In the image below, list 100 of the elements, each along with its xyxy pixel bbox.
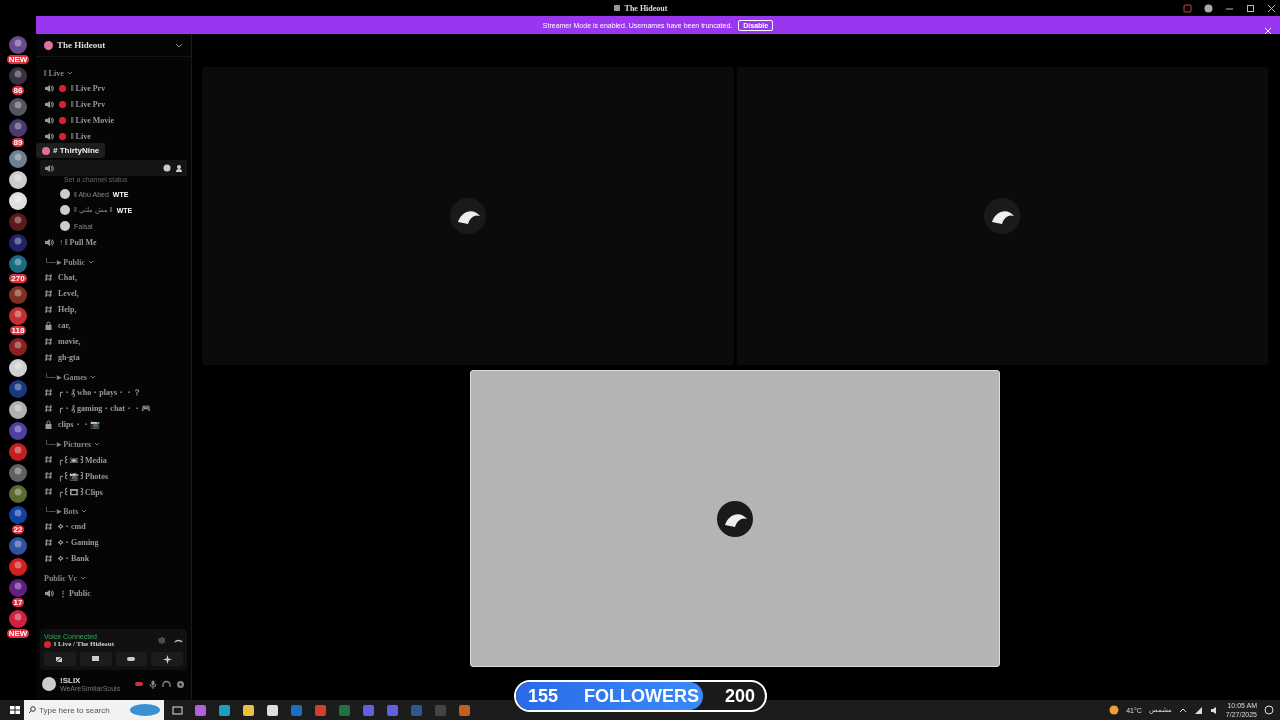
server-icon[interactable] (9, 359, 27, 377)
live-dot (44, 640, 51, 648)
hash-icon (44, 336, 53, 346)
server-icon[interactable] (9, 192, 27, 210)
category-label[interactable]: └─►Bots (44, 506, 79, 516)
screen-share-button[interactable] (79, 652, 112, 666)
channel-name[interactable]: ǁ Live Movie (71, 115, 115, 125)
avatar-icon (982, 196, 1023, 236)
channel-name[interactable]: ╭꒰📼꒱Media (58, 453, 107, 465)
video-tile[interactable] (202, 67, 734, 365)
speaker-icon (44, 115, 54, 125)
category-label[interactable]: ǁ Live (44, 68, 64, 78)
video-tile[interactable] (736, 67, 1268, 365)
channel-name[interactable]: ǁ Live Prv (71, 99, 106, 109)
channel-name[interactable]: ⟡・Bank (58, 552, 90, 564)
category-label[interactable]: └─►Pictures (44, 439, 92, 449)
add-user-icon[interactable] (175, 164, 183, 172)
server-icon[interactable] (9, 150, 27, 168)
lock-icon (44, 419, 53, 429)
speaker-icon (44, 131, 54, 141)
unread-badge: 22 (11, 525, 25, 534)
notification-icon[interactable] (1264, 705, 1274, 715)
hash-icon (44, 521, 53, 531)
chevron-icon[interactable] (1178, 706, 1187, 714)
chevron-icon (79, 575, 86, 581)
network-icon[interactable] (1193, 705, 1203, 715)
help-icon[interactable] (1204, 3, 1213, 13)
server-icon[interactable] (9, 36, 27, 54)
inbox-icon[interactable] (1183, 3, 1192, 13)
speaker-icon (44, 237, 54, 247)
channel-name[interactable]: ╭・₰ gaming・chat・・🎮 (58, 402, 151, 414)
server-icon (42, 146, 50, 155)
channel-name[interactable]: ǁ Live (71, 131, 91, 141)
username: !SLIX (60, 676, 82, 685)
activity-button[interactable] (115, 652, 148, 666)
chevron-icon (66, 70, 73, 76)
channel-name[interactable]: ↑ ǁ Pull Me (59, 237, 97, 247)
unread-badge: 118 (9, 326, 27, 335)
channel-name[interactable]: ⟡・cmd (58, 520, 86, 532)
speaker-icon (44, 588, 54, 598)
server-icon[interactable] (9, 610, 27, 628)
chevron-icon (94, 441, 101, 447)
channel-name[interactable]: ╭・₰ who・plays・・？ (58, 386, 141, 398)
server-icon[interactable] (9, 485, 27, 503)
chevron-icon (89, 374, 96, 380)
chat-icon[interactable] (163, 164, 171, 172)
server-icon[interactable] (9, 401, 27, 419)
headphones-icon[interactable] (162, 679, 171, 689)
unread-badge: 86 (11, 86, 25, 95)
channel-name[interactable]: Help, (58, 304, 77, 314)
channel-name[interactable]: ⋮ Public (59, 588, 91, 598)
server-icon[interactable] (9, 171, 27, 189)
server-icon[interactable] (9, 443, 27, 461)
user-avatar[interactable] (42, 677, 56, 691)
chevron-icon (81, 508, 88, 514)
maximize-icon[interactable] (1246, 3, 1255, 13)
windows-icon[interactable] (10, 704, 20, 715)
server-icon[interactable] (9, 537, 27, 555)
weather-icon[interactable] (1109, 705, 1120, 715)
server-name[interactable]: The Hideout (57, 40, 171, 50)
server-icon[interactable] (9, 307, 27, 325)
close-icon[interactable] (1267, 3, 1276, 13)
category-label[interactable]: └─►Games (44, 372, 87, 382)
soundboard-button[interactable] (151, 652, 183, 666)
channel-name[interactable]: ⟡・Gaming (58, 536, 99, 548)
unread-badge: 17 (11, 598, 25, 607)
channel-name[interactable]: ǁ Live Prv (71, 83, 106, 93)
category-label[interactable]: Public Vc (44, 573, 77, 583)
category-label[interactable]: └─►Public (44, 257, 86, 267)
video-tile[interactable] (470, 370, 1000, 667)
lock-icon (44, 320, 53, 330)
task-view-icon[interactable] (172, 704, 183, 716)
channel-name[interactable]: ╭꒰📸꒱Photos (58, 469, 109, 481)
window-title: The Hideout (624, 3, 668, 13)
server-icon (612, 4, 621, 12)
server-icon[interactable] (9, 98, 27, 116)
server-icon[interactable] (9, 558, 27, 576)
hash-icon (44, 352, 53, 362)
camera-button[interactable] (44, 652, 76, 666)
chevron-icon[interactable] (175, 41, 183, 49)
channel-name[interactable]: Chat, (58, 272, 77, 282)
channel-name[interactable]: ╭꒰🎞꒱Clips (58, 485, 103, 497)
speaker-icon (44, 163, 54, 173)
hash-icon (44, 553, 53, 563)
server-icon[interactable] (9, 464, 27, 482)
server-icon[interactable] (9, 422, 27, 440)
follower-target: 200 (724, 685, 755, 707)
settings-icon[interactable] (176, 679, 185, 689)
channel-name[interactable]: car, (58, 320, 71, 330)
unread-badge: 89 (11, 138, 25, 147)
channel-name[interactable]: movie, (58, 336, 81, 346)
volume-icon[interactable] (1209, 705, 1219, 715)
search-icon (28, 706, 36, 714)
channel-name[interactable]: gh-gta (58, 352, 80, 362)
chevron-icon (88, 259, 95, 265)
unread-badge: NEW (6, 55, 30, 64)
hash-icon (44, 537, 53, 547)
server-icon[interactable] (9, 255, 27, 273)
microphone-icon[interactable] (149, 679, 157, 689)
channel-name[interactable]: Level, (58, 288, 79, 298)
